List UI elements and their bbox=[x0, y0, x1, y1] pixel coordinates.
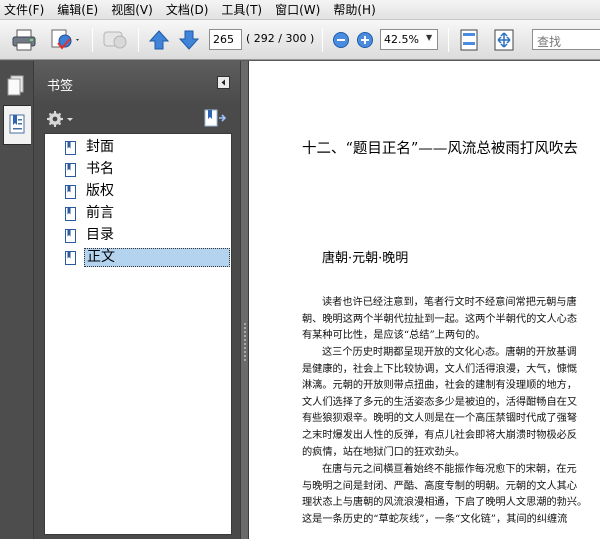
panel-splitter[interactable] bbox=[240, 61, 249, 539]
text-line: 有些狼狈艰辛。晚明的文人则是在一个高压禁锢时代成了强弩 bbox=[302, 413, 578, 425]
navigation-rail bbox=[0, 61, 34, 539]
bookmark-tree: 封面 书名 版权 前言 目录 正文 bbox=[44, 133, 232, 535]
fit-page-icon[interactable] bbox=[458, 28, 480, 52]
bookmark-label: 版权 bbox=[86, 183, 114, 199]
fit-width-icon[interactable] bbox=[492, 28, 516, 52]
search-input[interactable]: 查找 bbox=[532, 29, 600, 50]
bookmark-item-copyright[interactable]: 版权 bbox=[65, 182, 231, 201]
panel-title: 书签 bbox=[47, 79, 74, 94]
pages-tab[interactable] bbox=[3, 67, 31, 107]
menu-edit[interactable]: 编辑(E) bbox=[57, 1, 98, 18]
text-line: 与晚明之间是封闭、严酷、高度专制的明朝。元朝的文人其心 bbox=[302, 480, 578, 492]
panel-toolbar bbox=[34, 105, 240, 133]
bookmark-item-main-text[interactable]: 正文 bbox=[65, 248, 231, 267]
text-line: 在唐与元之间横亘着始终不能振作每况愈下的宋朝，在元 bbox=[322, 464, 577, 475]
toolbar: 265 ( 292 / 300 ) 42.5% ▼ 查找 bbox=[0, 20, 600, 60]
text-line: 之末时爆发出人性的反弹，有点儿社会即将大崩溃时物极必反 bbox=[302, 429, 578, 441]
zoom-in-icon[interactable] bbox=[356, 31, 374, 49]
pages-icon bbox=[7, 75, 24, 96]
bookmark-label: 正文 bbox=[84, 248, 230, 267]
arrow-down-icon[interactable] bbox=[178, 29, 200, 51]
bookmark-label: 目录 bbox=[86, 227, 114, 243]
splitter-grip[interactable] bbox=[244, 323, 246, 361]
comment-icon[interactable] bbox=[101, 28, 129, 52]
bookmarks-tab[interactable] bbox=[3, 105, 31, 145]
paragraph: 这三个历史时期都呈现开放的文化心态。唐朝的开放基调 是健康的，社会上下比较协调，… bbox=[302, 345, 598, 461]
text-line: 朝、晚明这两个半朝代拉扯到一起。这两个半朝代的文人心态 bbox=[302, 313, 578, 325]
chevron-left-icon bbox=[221, 79, 225, 86]
bookmark-icon bbox=[65, 206, 76, 221]
gear-icon[interactable] bbox=[46, 109, 76, 129]
toolbar-separator bbox=[138, 28, 139, 52]
panel-header: 书签 bbox=[34, 61, 240, 105]
page-number-input[interactable]: 265 bbox=[209, 29, 242, 50]
bookmark-item-title[interactable]: 书名 bbox=[65, 160, 231, 179]
bookmark-icon bbox=[65, 184, 76, 199]
menu-file[interactable]: 文件(F) bbox=[4, 1, 44, 18]
chevron-down-icon[interactable]: ▼ bbox=[426, 33, 432, 42]
toolbar-separator bbox=[322, 28, 323, 52]
bookmark-item-cover[interactable]: 封面 bbox=[65, 138, 231, 157]
collapse-panel-button[interactable] bbox=[217, 76, 230, 89]
text-line: 读者也许已经注意到，笔者行文时不经意间常把元朝与唐 bbox=[322, 297, 577, 308]
bookmark-label: 前言 bbox=[86, 205, 114, 221]
bookmark-icon bbox=[65, 228, 76, 243]
bookmark-icon bbox=[65, 162, 76, 177]
expand-bookmark-icon[interactable] bbox=[202, 108, 228, 130]
bookmark-panel-icon bbox=[9, 114, 25, 134]
text-line: 文人们选择了多元的生活姿态多少是被迫的，活得酣畅自在又 bbox=[302, 396, 578, 408]
menu-help[interactable]: 帮助(H) bbox=[333, 1, 375, 18]
menu-tools[interactable]: 工具(T) bbox=[221, 1, 262, 18]
text-line: 的疯情，站在地狱门口的狂欢劲头。 bbox=[302, 446, 465, 458]
toolbar-separator bbox=[448, 28, 449, 52]
text-line: 是健康的，社会上下比较协调，文人们活得浪漫，大气，慷慨 bbox=[302, 363, 578, 375]
menu-window[interactable]: 窗口(W) bbox=[275, 1, 320, 18]
paragraph: 在唐与元之间横亘着始终不能振作每况愈下的宋朝，在元 与晚明之间是封闭、严酷、高度… bbox=[302, 462, 598, 528]
text-line: 有某种可比性，是应该“总结”上两句的。 bbox=[302, 330, 486, 342]
text-line: 淋漓。元朝的开放则带点扭曲，社会的建制有没理顺的地方， bbox=[302, 380, 578, 392]
share-icon[interactable] bbox=[48, 27, 82, 53]
toolbar-separator bbox=[92, 28, 93, 52]
document-page: 十二、“题目正名”——风流总被雨打风吹去 唐朝·元朝·晚明 读者也许已经注意到，… bbox=[249, 61, 600, 539]
bookmark-label: 封面 bbox=[86, 139, 114, 155]
paragraph: 读者也许已经注意到，笔者行文时不经意间常把元朝与唐 朝、晚明这两个半朝代拉扯到一… bbox=[302, 295, 598, 345]
text-line: 这三个历史时期都呈现开放的文化心态。唐朝的开放基调 bbox=[322, 347, 577, 358]
bookmark-item-contents[interactable]: 目录 bbox=[65, 226, 231, 245]
text-line: 这是一条历史的“草蛇灰线”，一条“文化链”，其间的纠缠流 bbox=[302, 513, 568, 525]
bookmark-item-preface[interactable]: 前言 bbox=[65, 204, 231, 223]
menu-document[interactable]: 文档(D) bbox=[166, 1, 209, 18]
bookmark-icon bbox=[65, 250, 76, 265]
section-title: 唐朝·元朝·晚明 bbox=[322, 251, 409, 266]
print-icon[interactable] bbox=[10, 28, 38, 52]
bookmark-icon bbox=[65, 140, 76, 155]
chapter-title: 十二、“题目正名”——风流总被雨打风吹去 bbox=[302, 141, 578, 157]
text-line: 理状态上与唐朝的风流浪漫相通，下启了晚明人文思潮的勃兴。 bbox=[302, 497, 588, 509]
arrow-up-icon[interactable] bbox=[148, 29, 170, 51]
bookmark-label: 书名 bbox=[86, 161, 114, 177]
zoom-out-icon[interactable] bbox=[332, 31, 350, 49]
page-count: ( 292 / 300 ) bbox=[246, 32, 315, 45]
menu-view[interactable]: 视图(V) bbox=[111, 1, 153, 18]
menu-bar: 文件(F) 编辑(E) 视图(V) 文档(D) 工具(T) 窗口(W) 帮助(H… bbox=[0, 0, 600, 20]
bookmarks-panel: 书签 封面 书名 版权 前言 目录 正文 bbox=[34, 61, 240, 539]
